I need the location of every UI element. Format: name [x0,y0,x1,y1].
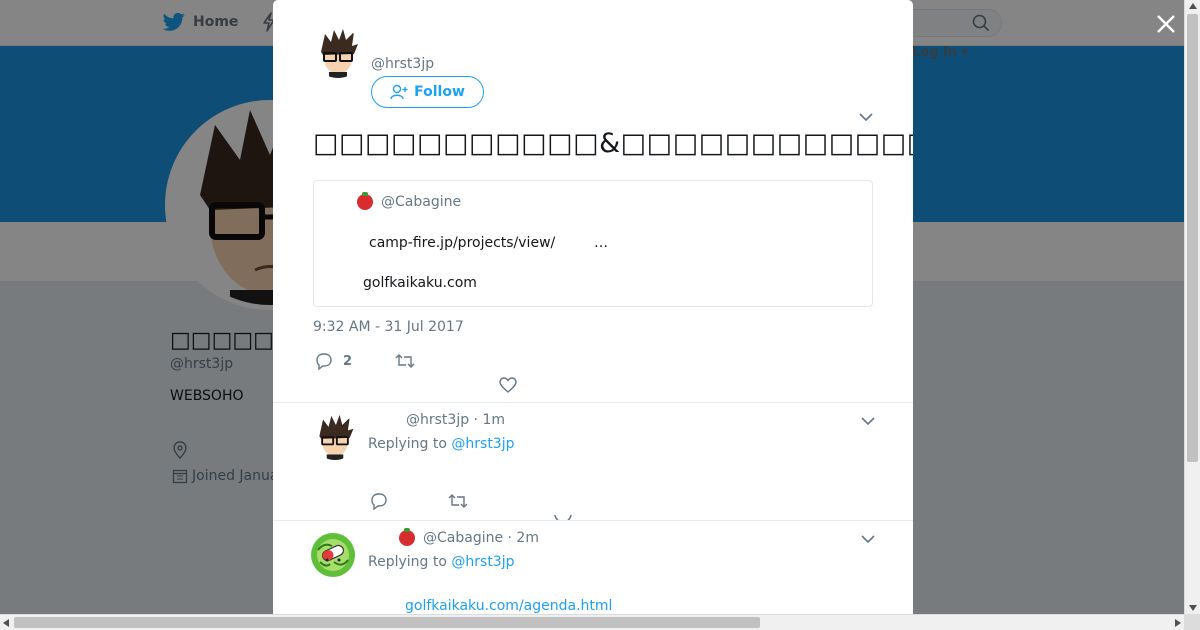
add-user-icon [390,84,408,100]
replying-to-prefix: Replying to [368,436,452,452]
replying-to: Replying to @hrst3jp [368,554,515,570]
reply-link[interactable]: golfkaikaku.com/agenda.html [405,598,612,614]
vertical-scroll-thumb[interactable] [1187,14,1198,462]
follow-button[interactable]: Follow [371,76,484,108]
retweet-icon [448,494,468,508]
scroll-up-arrow-icon[interactable] [1189,3,1197,9]
retweet-button[interactable] [448,492,468,510]
chevron-down-icon[interactable] [861,416,875,426]
replying-to-prefix: Replying to [368,554,452,570]
reply-author-avatar[interactable] [310,532,356,578]
avatar-illustration [313,28,363,78]
chevron-down-icon[interactable] [861,534,875,544]
cabbage-avatar-illustration [311,533,355,577]
tweet-timestamp[interactable]: 9:32 AM - 31 Jul 2017 [313,319,464,335]
tweet-author-avatar[interactable] [313,28,363,78]
reply-button[interactable] [370,492,388,510]
follow-label: Follow [414,84,465,100]
reply-icon [316,353,332,370]
card-domain[interactable]: golfkaikaku.com [363,275,477,291]
replying-to-link[interactable]: @hrst3jp [451,554,514,570]
scroll-down-arrow-icon[interactable] [1189,605,1197,611]
quoted-tweet-card[interactable]: @Cabagine camp-fire.jp/projects/view/ … … [313,180,873,307]
tweet-author-handle[interactable]: @hrst3jp [371,56,434,72]
quoted-tweet-user[interactable]: @Cabagine [357,192,462,210]
horizontal-scroll-thumb[interactable] [14,617,760,628]
reply-meta-text: @Cabagine · 2m [423,530,539,546]
heart-icon [499,377,517,393]
close-icon[interactable] [1154,12,1178,36]
divider [273,520,913,521]
reply-button[interactable]: 2 [315,352,352,370]
like-button[interactable] [499,377,517,393]
reply-icon [371,493,387,510]
vertical-scrollbar[interactable] [1184,0,1200,614]
divider [273,402,913,403]
reply-meta[interactable]: @Cabagine · 2m [399,528,539,546]
retweet-button[interactable] [395,352,415,370]
tomato-icon [399,528,415,546]
horizontal-scrollbar[interactable] [0,614,1200,630]
tweet-text: □□□□□□□□□□□&□□□□□□□□□□□□□□□□□□□□□□□□□□□□… [313,128,913,159]
retweet-icon [395,354,415,368]
card-ellipsis: … [594,235,608,251]
card-link[interactable]: camp-fire.jp/projects/view/ [369,235,555,251]
scroll-right-arrow-icon[interactable] [1175,619,1181,627]
chevron-down-icon[interactable] [859,112,873,122]
quoted-tweet-handle: @Cabagine [381,194,462,210]
replying-to-link[interactable]: @hrst3jp [451,436,514,452]
avatar-illustration [312,414,358,460]
reply-author-avatar[interactable] [312,414,358,460]
reply-count: 2 [343,353,353,369]
reply-meta[interactable]: @hrst3jp · 1m [406,412,505,428]
scroll-left-arrow-icon[interactable] [3,619,9,627]
tomato-icon [357,192,373,210]
replying-to: Replying to @hrst3jp [368,436,515,452]
tweet-modal: @hrst3jp Follow □□□□□□□□□□□&□□□□□□□□□□□□… [273,0,913,614]
scrollbar-corner [1184,614,1200,630]
